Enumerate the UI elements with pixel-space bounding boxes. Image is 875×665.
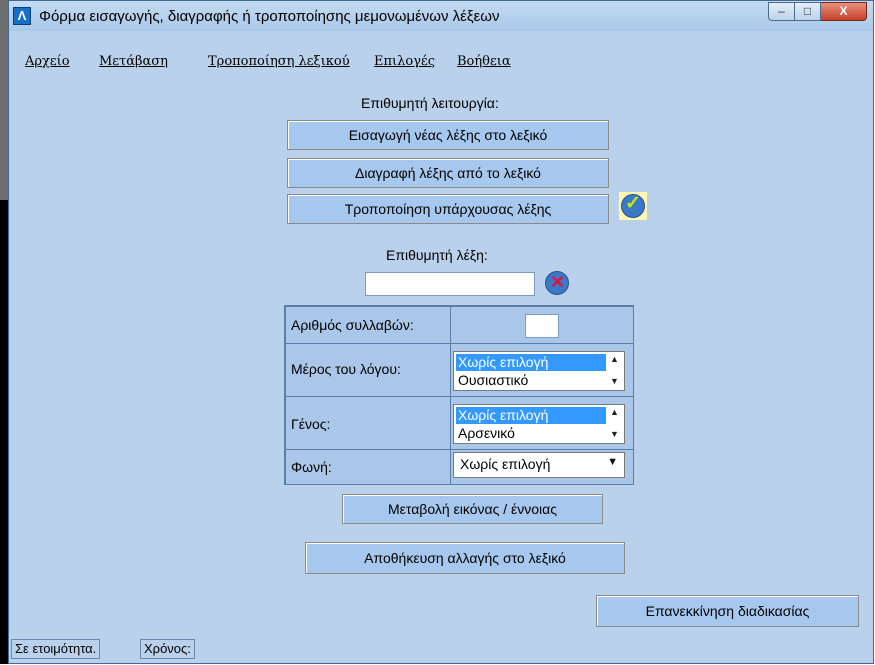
scroll-down-icon[interactable]: ▼ <box>610 429 619 439</box>
syllables-input[interactable] <box>525 314 559 338</box>
insert-word-button[interactable]: Εισαγωγή νέας λέξης στο λεξικό <box>287 120 609 150</box>
syllables-label: Αριθμός συλλαβών: <box>291 317 414 333</box>
chevron-down-icon: ▼ <box>607 456 618 468</box>
word-input[interactable] <box>365 272 535 296</box>
word-heading: Επιθυμητή λέξη: <box>386 247 488 263</box>
voice-selected-value: Χωρίς επιλογή <box>460 456 551 472</box>
menu-modify-dictionary[interactable]: Τροποποίηση λεξικού <box>208 54 350 69</box>
status-ready: Σε ετοιμότητα. <box>11 639 101 659</box>
voice-label: Φωνή: <box>291 459 332 475</box>
part-of-speech-label: Μέρος του λόγου: <box>291 361 401 377</box>
app-icon: Λ <box>13 7 31 25</box>
minimize-button[interactable]: – <box>768 2 795 21</box>
listbox-option[interactable]: Αρσενικό <box>456 425 515 442</box>
menu-file[interactable]: Αρχείο <box>25 54 70 69</box>
window-controls: – □ X <box>768 2 867 21</box>
menu-help[interactable]: Βοήθεια <box>457 54 511 69</box>
menu-bar: Αρχείο Μετάβαση Τροποποίηση λεξικού Επιλ… <box>9 51 873 73</box>
status-time: Χρόνος: <box>140 639 195 659</box>
maximize-button[interactable]: □ <box>795 2 821 21</box>
scroll-up-icon[interactable]: ▲ <box>610 407 619 417</box>
delete-word-button[interactable]: Διαγραφή λέξης από το λεξικό <box>287 158 609 188</box>
operation-heading: Επιθυμητή λειτουργία: <box>361 95 499 111</box>
title-bar[interactable]: Λ Φόρμα εισαγωγής, διαγραφής ή τροποποίη… <box>9 1 873 31</box>
listbox-option[interactable]: Χωρίς επιλογή <box>456 407 608 424</box>
background-window-edge <box>0 0 8 664</box>
word-edit-window: Λ Φόρμα εισαγωγής, διαγραφής ή τροποποίη… <box>8 0 874 664</box>
checkmark-icon: ✓ <box>619 192 647 220</box>
voice-dropdown[interactable]: Χωρίς επιλογή ▼ <box>453 452 625 478</box>
gender-listbox[interactable]: Χωρίς επιλογή Αρσενικό ▲ ▼ <box>453 404 625 444</box>
gender-label: Γένος: <box>291 416 331 432</box>
close-button[interactable]: X <box>821 2 867 21</box>
save-to-dictionary-button[interactable]: Αποθήκευση αλλαγής στο λεξικό <box>305 542 625 574</box>
listbox-scrollbar[interactable]: ▲ ▼ <box>606 405 624 443</box>
menu-options[interactable]: Επιλογές <box>374 54 435 69</box>
menu-navigate[interactable]: Μετάβαση <box>99 54 168 69</box>
listbox-option[interactable]: Ουσιαστικό <box>456 372 528 389</box>
modify-word-button[interactable]: Τροποποίηση υπάρχουσας λέξης <box>287 194 609 224</box>
listbox-option[interactable]: Χωρίς επιλογή <box>456 354 608 371</box>
change-image-button[interactable]: Μεταβολή εικόνας / έννοιας <box>342 494 603 524</box>
scroll-up-icon[interactable]: ▲ <box>610 354 619 364</box>
listbox-scrollbar[interactable]: ▲ ▼ <box>606 352 624 390</box>
x-circle-icon[interactable]: ✕ <box>545 271 569 295</box>
scroll-down-icon[interactable]: ▼ <box>610 376 619 386</box>
restart-process-button[interactable]: Επανεκκίνηση διαδικασίας <box>596 595 859 627</box>
window-title: Φόρμα εισαγωγής, διαγραφής ή τροποποίηση… <box>39 8 500 25</box>
status-bar: Σε ετοιμότητα. Χρόνος: <box>9 633 873 665</box>
word-properties-grid: Αριθμός συλλαβών: Μέρος του λόγου: Χωρίς… <box>284 305 634 485</box>
part-of-speech-listbox[interactable]: Χωρίς επιλογή Ουσιαστικό ▲ ▼ <box>453 351 625 391</box>
